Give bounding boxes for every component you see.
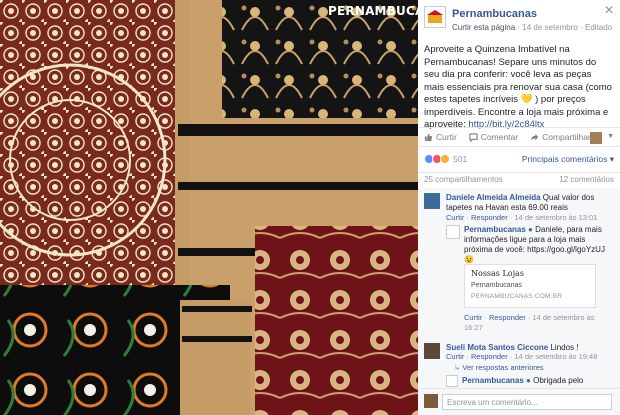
comment-body: Lindos ! xyxy=(550,343,579,352)
comment-button[interactable]: Comentar xyxy=(469,132,518,142)
reply-reply-link[interactable]: Responder xyxy=(489,313,526,322)
post-meta: Curtir esta página · 14 de setembro · Ed… xyxy=(452,23,613,32)
like-label: Curtir xyxy=(436,132,457,142)
comment-sort-dropdown[interactable]: Principais comentários ▾ xyxy=(522,154,614,165)
verified-icon: ● xyxy=(528,225,533,234)
post-date[interactable]: 14 de setembro xyxy=(522,23,578,32)
comment-author[interactable]: Daniele Almeida Almeida xyxy=(446,193,541,202)
like-button[interactable]: Curtir xyxy=(424,132,457,142)
thumbs-up-icon xyxy=(424,133,433,141)
post-header: Pernambucanas Curtir esta página · 14 de… xyxy=(418,0,620,40)
comment-composer: Escreva um comentário... xyxy=(418,388,620,415)
reply-author[interactable]: Pernambucanas xyxy=(464,225,526,234)
reply-text: Pernambucanas ● Daniele, para mais infor… xyxy=(464,225,614,265)
wow-reaction-icon xyxy=(440,154,450,164)
share-icon xyxy=(531,133,539,140)
comment-date[interactable]: 14 de setembro às 13:01 xyxy=(514,213,597,222)
comments-list: Daniele Almeida Almeida Qual valor dos t… xyxy=(418,188,620,388)
avatar[interactable] xyxy=(424,343,440,359)
verified-icon: ● xyxy=(526,376,531,385)
page-reply-avatar[interactable] xyxy=(446,225,460,239)
comment-input[interactable]: Escreva um comentário... xyxy=(442,394,612,410)
reply-body: Obrigada pelo xyxy=(533,376,584,385)
comment-text: Daniele Almeida Almeida Qual valor dos t… xyxy=(446,193,614,213)
page-name[interactable]: Pernambucanas xyxy=(452,8,537,20)
comment-date[interactable]: 14 de setembro às 19:48 xyxy=(514,352,597,361)
card-title: Nossas Lojas xyxy=(471,269,524,278)
view-previous-replies[interactable]: ↳ Ver respostas anteriores xyxy=(454,363,544,372)
reaction-count[interactable]: 501 xyxy=(453,154,467,164)
view-replies-link[interactable]: Ver respostas anteriores xyxy=(462,363,543,372)
comments-count[interactable]: 12 comentários xyxy=(559,175,614,186)
viewer-avatar[interactable] xyxy=(424,394,438,408)
post-photo[interactable]: PERNAMBUCANAS xyxy=(0,0,418,415)
comment-author[interactable]: Sueli Mota Santos Ciccone xyxy=(446,343,548,352)
comment-label: Comentar xyxy=(480,132,519,142)
comment-meta: Curtir · Responder · 14 de setembro às 1… xyxy=(446,352,598,361)
share-label: Compartilhar xyxy=(542,132,591,142)
edited-label[interactable]: Editado xyxy=(585,23,612,32)
comment-reply-link[interactable]: Responder xyxy=(471,213,508,222)
shares-count[interactable]: 25 compartilhamentos xyxy=(424,175,503,186)
comment-icon xyxy=(469,132,478,142)
reply-text: Pernambucanas ● Obrigada pelo xyxy=(462,376,614,386)
viewer-avatar[interactable] xyxy=(590,132,602,144)
store-logo-icon xyxy=(427,10,443,23)
page-reply-avatar[interactable] xyxy=(446,375,458,387)
share-button[interactable]: Compartilhar xyxy=(530,132,591,142)
page-avatar[interactable] xyxy=(424,6,446,28)
post-side-panel: Pernambucanas Curtir esta página · 14 de… xyxy=(418,0,620,415)
card-domain: PERNAMBUCANAS.COM.BR xyxy=(471,293,563,300)
reply-meta: Curtir · Responder · 14 de setembro às 1… xyxy=(464,313,595,332)
comment-like-link[interactable]: Curtir xyxy=(446,352,464,361)
post-text: Aproveite a Quinzena Imbatível na Pernam… xyxy=(418,40,620,130)
comment-reply-link[interactable]: Responder xyxy=(471,352,508,361)
reply-like-link[interactable]: Curtir xyxy=(464,313,482,322)
close-icon[interactable]: ✕ xyxy=(604,3,614,17)
shares-row: 25 compartilhamentos 12 comentários xyxy=(418,172,620,186)
card-subtitle: Pernambucanas xyxy=(471,282,522,289)
comment-like-link[interactable]: Curtir xyxy=(446,213,464,222)
like-page-link[interactable]: Curtir esta página xyxy=(452,23,515,32)
rugs-image xyxy=(0,0,418,415)
heart-emoji: 💛 xyxy=(520,94,533,105)
chevron-down-icon[interactable]: ▼ xyxy=(607,133,614,140)
avatar[interactable] xyxy=(424,193,440,209)
reply-author[interactable]: Pernambucanas xyxy=(462,376,524,385)
reactions-bar[interactable]: 501 Principais comentários ▾ xyxy=(424,152,614,166)
comment-meta: Curtir · Responder · 14 de setembro às 1… xyxy=(446,213,598,222)
photo-watermark: PERNAMBUCANAS xyxy=(328,4,418,18)
link-preview-card[interactable]: Nossas Lojas Pernambucanas PERNAMBUCANAS… xyxy=(464,264,596,308)
post-actions: Curtir Comentar Compartilhar ▼ xyxy=(418,127,620,147)
reply-date[interactable]: 14 de setembro às 16:27 xyxy=(464,313,595,332)
